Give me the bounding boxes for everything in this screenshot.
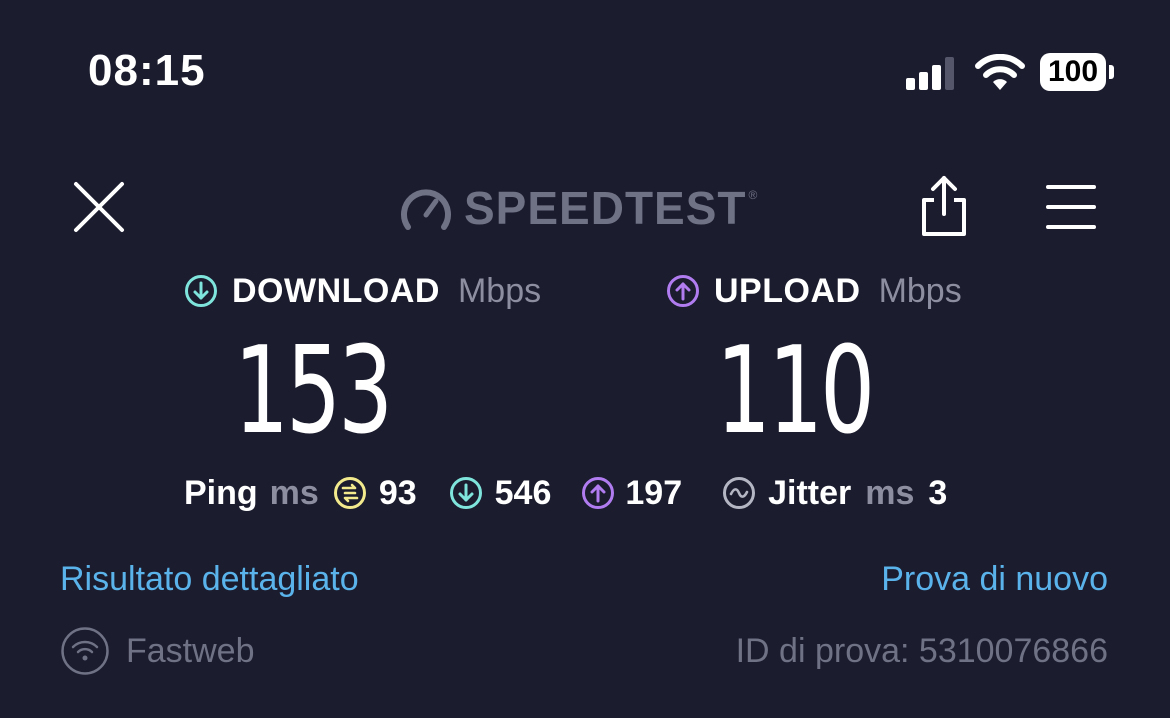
jitter-value: 3 (928, 473, 948, 512)
wifi-icon (975, 54, 1025, 90)
upload-value: 110 (716, 322, 875, 461)
wifi-circle-icon (61, 627, 109, 675)
upload-label: UPLOAD (714, 271, 861, 310)
ping-label: Ping (184, 473, 258, 512)
arrow-down-circle-icon (449, 477, 482, 509)
battery-icon: 100 (1040, 53, 1116, 93)
download-header: DOWNLOAD Mbps (184, 268, 541, 314)
arrow-down-circle-icon (185, 275, 217, 307)
download-label: DOWNLOAD (232, 271, 440, 310)
ping-unit: ms (269, 473, 319, 512)
menu-button[interactable] (1044, 182, 1098, 232)
battery-level: 100 (1040, 53, 1106, 91)
speedometer-icon (401, 189, 451, 230)
ping-download: 546 (449, 473, 552, 513)
isp-name: Fastweb (126, 631, 255, 670)
ping-idle-icon (333, 477, 366, 509)
close-button[interactable] (70, 178, 128, 236)
upload-unit: Mbps (878, 271, 962, 310)
status-time: 08:15 (88, 46, 206, 95)
isp-info: Fastweb (60, 626, 255, 676)
download-unit: Mbps (457, 271, 542, 310)
ping-idle: 93 (333, 474, 417, 513)
share-button[interactable] (916, 174, 972, 238)
ping-download-value: 546 (494, 473, 552, 512)
logo-trademark: ® (748, 188, 758, 202)
ping-idle-value: 93 (378, 473, 417, 512)
speedtest-logo: SPEEDTEST ® (400, 182, 757, 234)
ping-row: Ping ms 93 546 197 Jitter ms 3 (184, 472, 947, 514)
ping-upload: 197 (581, 474, 682, 513)
jitter-unit: ms (865, 473, 915, 512)
retry-link[interactable]: Prova di nuovo (881, 560, 1108, 599)
arrow-up-circle-icon (582, 477, 615, 509)
jitter-icon (723, 477, 756, 509)
test-id: ID di prova: 5310076866 (735, 632, 1108, 670)
download-value: 153 (234, 322, 393, 461)
signal-icon (906, 57, 954, 90)
upload-header: UPLOAD Mbps (666, 268, 962, 314)
jitter: Jitter ms 3 (722, 474, 947, 513)
logo-text: SPEEDTEST (464, 182, 747, 234)
ping-upload-value: 197 (625, 473, 683, 512)
jitter-label: Jitter (768, 473, 852, 512)
arrow-up-circle-icon (667, 275, 699, 307)
detailed-result-link[interactable]: Risultato dettagliato (60, 560, 359, 599)
